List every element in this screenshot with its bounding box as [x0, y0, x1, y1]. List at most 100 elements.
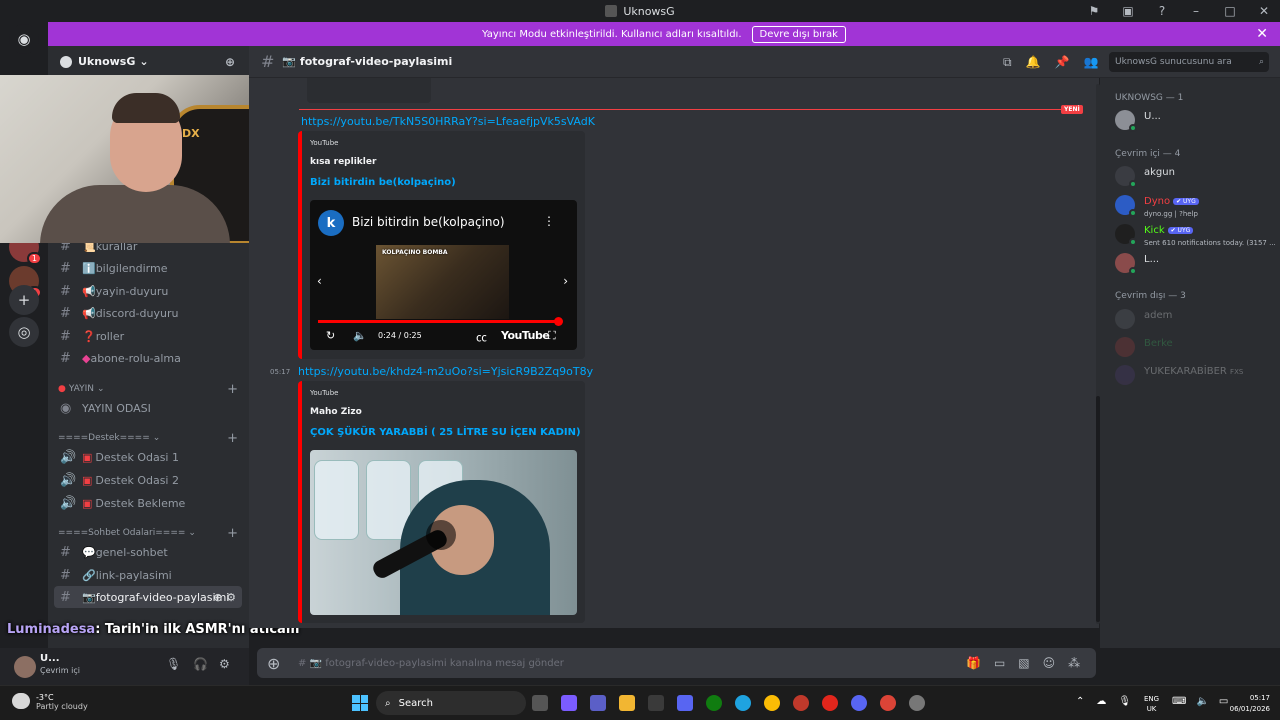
sticker-icon[interactable]: ▧	[1018, 656, 1029, 670]
headphones-icon[interactable]: 🎧	[193, 657, 208, 671]
maximize-button[interactable]: □	[1222, 4, 1238, 18]
threads-icon[interactable]: ⧉	[1003, 55, 1012, 70]
channel-genel-sohbet[interactable]: # 💬 genel-sohbet	[54, 541, 242, 563]
channel-yayin-duyuru[interactable]: # 📢 yayin-duyuru	[54, 280, 242, 302]
member-item[interactable]: L...	[1115, 251, 1275, 277]
add-channel-icon[interactable]: +	[227, 382, 238, 397]
member-item[interactable]: adem	[1115, 307, 1275, 333]
close-window-button[interactable]: ✕	[1256, 4, 1272, 18]
voice-channel-destek-1[interactable]: 🔊 ▣ Destek Odasi 1	[54, 446, 242, 468]
flag-icon[interactable]: ⚑	[1086, 4, 1102, 18]
taskbar-search[interactable]: ⌕ Search	[376, 691, 526, 715]
embed-author[interactable]: kısa replikler	[310, 157, 376, 167]
emoji-icon[interactable]: ☺	[1043, 656, 1056, 670]
message-link[interactable]: https://youtu.be/TkN5S0HRRaY?si=Lfeaefjp…	[301, 115, 595, 128]
member-item[interactable]: U...	[1115, 108, 1275, 134]
embed-author[interactable]: Maho Zizo	[310, 407, 362, 417]
store-icon[interactable]	[648, 695, 664, 711]
close-icon[interactable]: ✕	[1256, 26, 1268, 42]
cloud-icon[interactable]: ☁	[1096, 696, 1106, 707]
add-channel-icon[interactable]: +	[227, 431, 238, 446]
embed-title[interactable]: ÇOK ŞÜKÜR YARABBİ ( 25 LİTRE SU İÇEN KAD…	[310, 427, 581, 438]
add-server-icon[interactable]: +	[9, 285, 39, 315]
pin-icon[interactable]: 📌	[1055, 55, 1070, 70]
member-item[interactable]: Berke	[1115, 335, 1275, 361]
video-thumbnail[interactable]	[310, 450, 577, 615]
chevron-right-icon[interactable]: ›	[563, 274, 568, 288]
taskbar-clock[interactable]: 05:17 06/01/2026	[1230, 693, 1270, 715]
opera-gx-icon[interactable]	[793, 695, 809, 711]
member-item[interactable]: Dyno ✔ UYG dyno.gg | ?help	[1115, 193, 1275, 219]
voice-channel-destek-2[interactable]: 🔊 ▣ Destek Odasi 2	[54, 469, 242, 491]
member-item[interactable]: Kick ✔ UYG Sent 610 notifications today. …	[1115, 222, 1276, 248]
channel-yayin-odasi[interactable]: ◉ YAYIN ODASI	[54, 397, 242, 419]
task-view-icon[interactable]	[532, 695, 548, 711]
youtube-logo[interactable]: YouTube	[501, 329, 550, 342]
gift-icon[interactable]: 🎁	[966, 656, 981, 670]
category-sohbet[interactable]: ====Sohbet Odalari==== ⌄ +	[58, 525, 238, 541]
fullscreen-icon[interactable]: ⛶	[548, 329, 556, 343]
message-composer[interactable]: ⊕ # 📷 fotograf-video-paylasimi kanalına …	[257, 648, 1096, 678]
voice-channel-destek-bekleme[interactable]: 🔊 ▣ Destek Bekleme	[54, 492, 242, 514]
chrome-icon[interactable]	[880, 695, 896, 711]
message-link[interactable]: https://youtu.be/khdz4-m2uOo?si=YjsicR9B…	[298, 365, 593, 378]
embed-title[interactable]: Bizi bitirdin be(kolpaçino)	[310, 177, 456, 188]
edge-icon[interactable]	[735, 695, 751, 711]
members-icon[interactable]: 👥	[1083, 55, 1098, 70]
volume-icon[interactable]: 🔈	[353, 329, 367, 342]
avatar[interactable]	[14, 655, 36, 678]
video-player[interactable]: k Bizi bitirdin be(kolpaçino) ⋮ KOLPAÇIN…	[310, 200, 577, 350]
discord-home-icon[interactable]: ◉	[9, 24, 39, 54]
server-header[interactable]: UknowsG ⌄ ⊕	[48, 46, 249, 78]
opera-icon[interactable]	[822, 695, 838, 711]
discord-icon[interactable]	[851, 695, 867, 711]
channel-link-paylasimi[interactable]: # 🔗 link-paylasimi	[54, 564, 242, 586]
weather-widget[interactable]: -3°C Partly cloudy	[12, 693, 88, 711]
more-icon[interactable]: ⋮	[543, 214, 555, 228]
disable-streamer-mode-button[interactable]: Devre dışı bırak	[751, 25, 846, 43]
channel-discord-duyuru[interactable]: # 📢 discord-duyuru	[54, 302, 242, 324]
member-item[interactable]: akgun	[1115, 164, 1275, 190]
apps-icon[interactable]: ⁂	[1068, 656, 1080, 670]
teams-icon[interactable]	[590, 695, 606, 711]
add-attachment-icon[interactable]: ⊕	[267, 654, 280, 673]
captions-icon[interactable]: ㏄	[476, 329, 487, 345]
search-input[interactable]: UknowsG sunucusunu ara ⌕	[1109, 52, 1269, 72]
member-item[interactable]: YUKEKARABİBER FXS	[1115, 363, 1275, 389]
channel-fotograf-video-paylasimi[interactable]: # 📷 fotograf-video-paylasimi ⊕ ⚙	[54, 586, 242, 608]
replay-icon[interactable]: ↻	[326, 329, 335, 342]
copilot-icon[interactable]	[561, 695, 577, 711]
bell-icon[interactable]: 🔔	[1026, 55, 1041, 70]
gear-icon[interactable]: ⚙	[219, 657, 230, 671]
channel-settings-icons[interactable]: ⊕ ⚙	[213, 591, 236, 604]
xbox-icon[interactable]	[706, 695, 722, 711]
scrubber-handle[interactable]	[553, 317, 563, 326]
play-icon[interactable]	[426, 520, 456, 550]
chevron-left-icon[interactable]: ‹	[317, 274, 322, 288]
username[interactable]: U...	[40, 653, 60, 664]
app-icon[interactable]	[677, 695, 693, 711]
chrome-icon[interactable]	[764, 695, 780, 711]
category-destek[interactable]: ====Destek==== ⌄ +	[58, 430, 238, 446]
help-icon[interactable]: ?	[1154, 4, 1170, 18]
network-icon[interactable]: ⌨	[1172, 696, 1186, 707]
invite-icon[interactable]: ⊕	[225, 55, 235, 69]
gif-icon[interactable]: ▭	[994, 656, 1005, 670]
file-explorer-icon[interactable]	[619, 695, 635, 711]
windows-start-icon[interactable]	[352, 695, 368, 711]
inbox-icon[interactable]: ▣	[1120, 4, 1136, 18]
microphone-icon[interactable]: 🎙	[1118, 696, 1131, 707]
language-indicator[interactable]: ENG UK	[1144, 694, 1159, 714]
discover-icon[interactable]: ◎	[9, 317, 39, 347]
channel-abone-rolu-alma[interactable]: # ◆ abone-rolu-alma	[54, 347, 242, 369]
minimize-button[interactable]: –	[1188, 4, 1204, 18]
obs-icon[interactable]	[909, 695, 925, 711]
battery-icon[interactable]: ▭	[1219, 696, 1228, 707]
category-yayin[interactable]: ● YAYIN ⌄ +	[58, 381, 238, 397]
channel-bilgilendirme[interactable]: # ℹ️ bilgilendirme	[54, 257, 242, 279]
add-channel-icon[interactable]: +	[227, 526, 238, 541]
chevron-up-icon[interactable]: ⌃	[1076, 696, 1084, 707]
channel-roller[interactable]: # ❓ roller	[54, 325, 242, 347]
volume-icon[interactable]: 🔈	[1196, 696, 1208, 707]
microphone-icon[interactable]: 🎙	[166, 657, 181, 671]
